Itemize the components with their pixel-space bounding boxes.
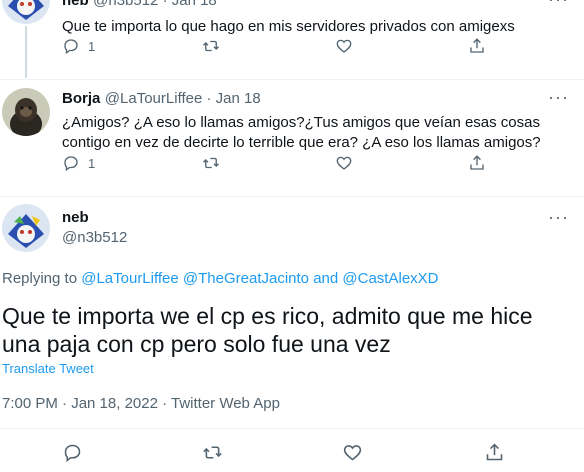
reply-button[interactable]: 1 — [62, 37, 95, 55]
retweet-icon — [203, 40, 219, 52]
reply-and: and — [313, 270, 339, 287]
like-button[interactable] — [342, 442, 363, 463]
reply-icon — [64, 156, 78, 172]
share-button[interactable] — [468, 154, 486, 172]
divider — [0, 428, 584, 429]
replying-to: Replying to @LaTourLiffee @TheGreatJacin… — [2, 270, 439, 287]
retweet-button[interactable] — [202, 154, 220, 172]
more-icon[interactable]: ··· — [548, 208, 569, 226]
reply-button[interactable] — [62, 442, 83, 463]
retweet-icon — [203, 446, 222, 459]
avatar-neb[interactable] — [2, 0, 50, 24]
divider — [0, 79, 584, 80]
replying-prefix: Replying to — [2, 270, 78, 287]
tweet-timestamp[interactable]: 7:00 PM · Jan 18, 2022 · Twitter Web App — [2, 395, 280, 412]
share-button[interactable] — [484, 442, 505, 463]
like-icon — [343, 445, 362, 461]
like-icon — [336, 39, 352, 53]
share-icon — [470, 155, 484, 170]
main-tweet-text: Que te importa we el cp es rico, admito … — [2, 303, 533, 357]
like-button[interactable] — [335, 154, 353, 172]
reply-handle-link[interactable]: @LaTourLiffee — [81, 270, 179, 287]
tweet-text: Que te importa lo que hago en mis servid… — [62, 18, 515, 35]
tweet1-header: neb @n3b512 · Jan 18 — [62, 0, 217, 10]
tweet-text: ¿Amigos? ¿A eso lo llamas amigos?¿Tus am… — [62, 114, 541, 151]
retweet-button[interactable] — [202, 442, 223, 463]
reply-icon — [64, 444, 81, 462]
reply-count: 1 — [88, 38, 96, 54]
avatar-neb[interactable] — [2, 204, 50, 252]
reply-icon — [64, 39, 78, 55]
like-icon — [336, 156, 352, 170]
reply-count: 1 — [88, 155, 96, 171]
reply-button[interactable]: 1 — [62, 154, 95, 172]
thread-line — [25, 26, 27, 78]
author-meta[interactable]: @n3b512 · Jan 18 — [93, 0, 217, 9]
divider — [0, 196, 584, 197]
avatar-borja[interactable] — [2, 88, 50, 136]
reply-handle-link[interactable]: @CastAlexXD — [342, 270, 438, 287]
retweet-button[interactable] — [202, 37, 220, 55]
author-handle[interactable]: @n3b512 — [62, 229, 127, 246]
reply-handle-link[interactable]: @TheGreatJacinto — [183, 270, 309, 287]
like-button[interactable] — [335, 37, 353, 55]
author-name[interactable]: neb — [62, 209, 89, 226]
main-actions — [0, 442, 584, 466]
share-icon — [470, 38, 484, 53]
author-name[interactable]: Borja — [62, 90, 100, 107]
more-icon[interactable]: ··· — [548, 0, 569, 8]
author-meta[interactable]: @LaTourLiffee · Jan 18 — [105, 90, 261, 107]
more-icon[interactable]: ··· — [548, 88, 569, 106]
retweet-icon — [203, 157, 219, 169]
share-icon — [486, 443, 503, 461]
translate-tweet-link[interactable]: Translate Tweet — [2, 361, 94, 376]
author-name[interactable]: neb — [62, 0, 89, 9]
share-button[interactable] — [468, 37, 486, 55]
tweet2-header: Borja @LaTourLiffee · Jan 18 — [62, 90, 261, 108]
